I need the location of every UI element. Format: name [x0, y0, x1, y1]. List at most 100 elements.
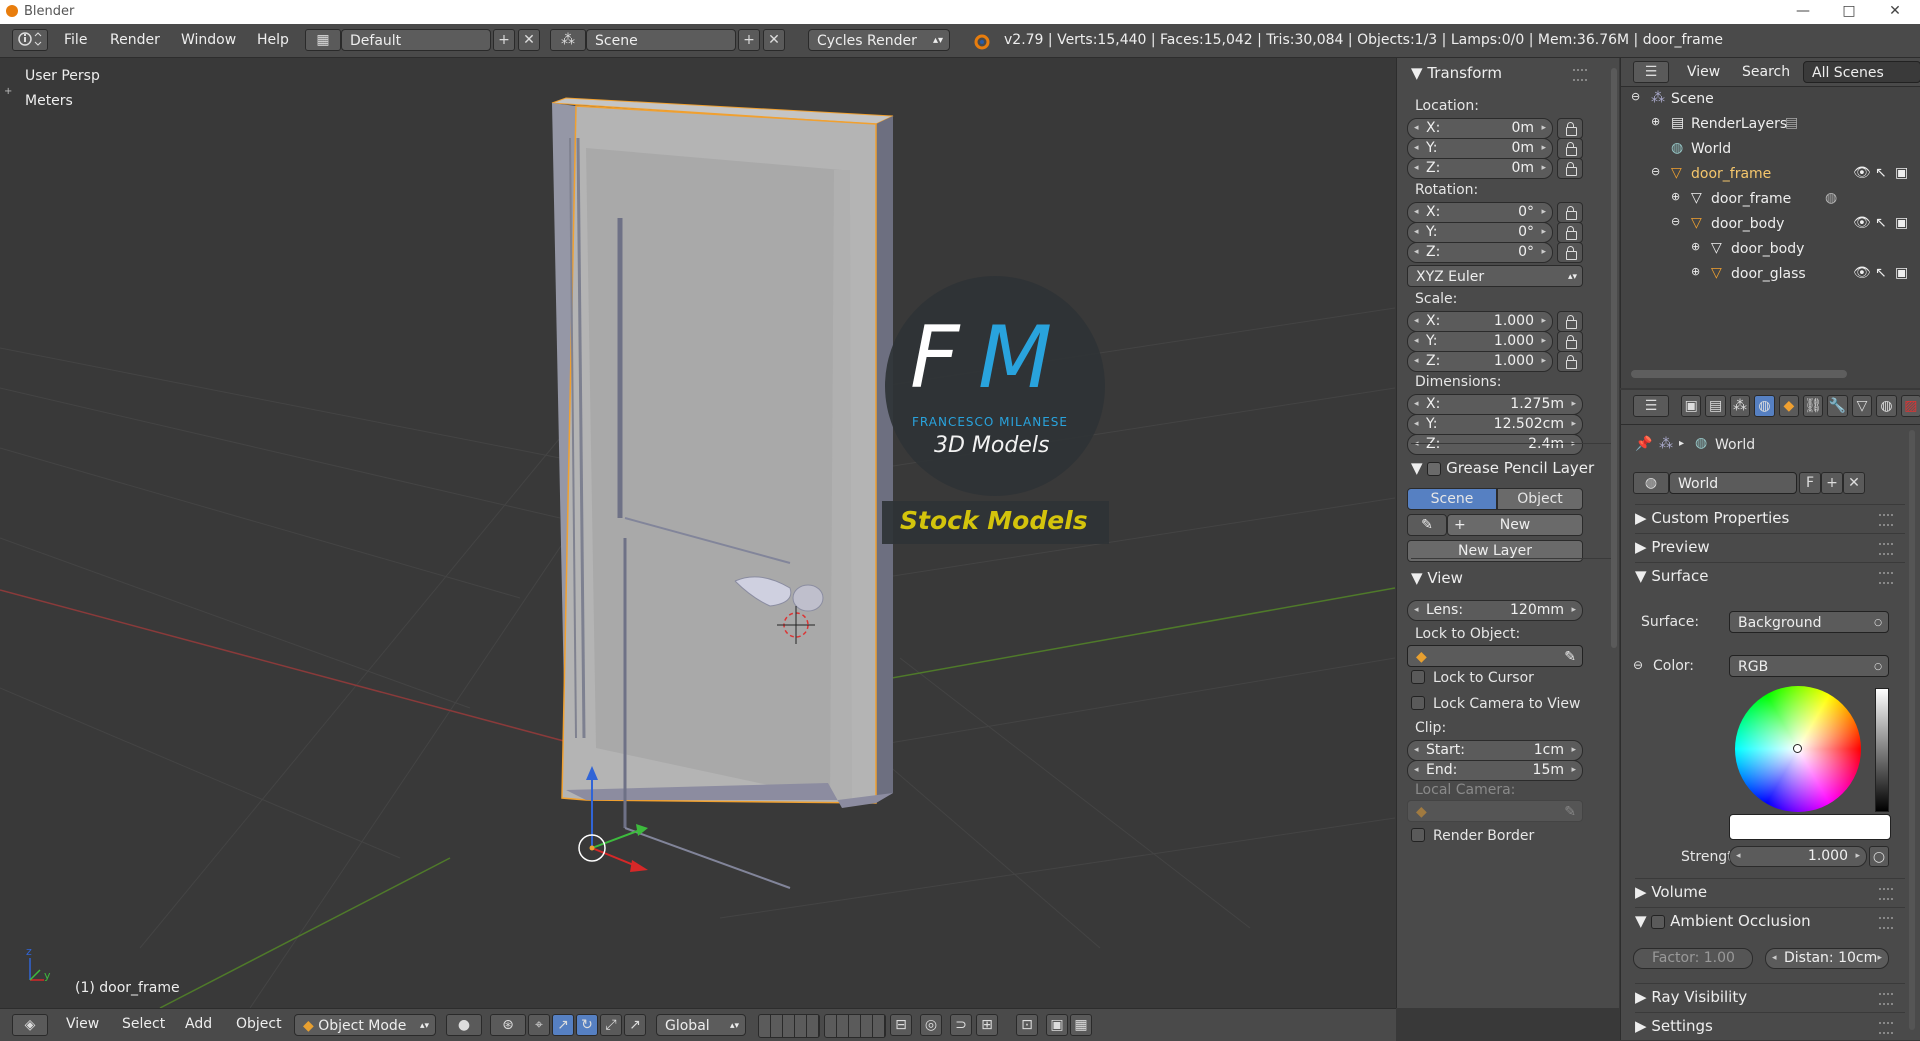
screen-layout-field[interactable]: Default: [341, 29, 491, 51]
location-y-field[interactable]: ◂ Y: 0m ▸: [1407, 138, 1553, 159]
panel-drag-handle-icon[interactable]: [1879, 543, 1893, 555]
rotation-z-field[interactable]: ◂ Z: 0° ▸: [1407, 242, 1553, 263]
expand-icon[interactable]: ⊕: [1671, 190, 1680, 203]
outliner-row-scene[interactable]: ⊖ ⁂ Scene: [1621, 88, 1920, 112]
outliner-display-mode-dropdown[interactable]: All Scenes: [1803, 61, 1920, 83]
material-tab-icon[interactable]: ◍: [1876, 395, 1897, 417]
clip-start-field[interactable]: ◂ Start: 1cm ▸: [1407, 740, 1583, 761]
menu-render[interactable]: Render: [110, 32, 160, 48]
color-collapse-icon[interactable]: ⊖: [1633, 658, 1643, 672]
minimize-button[interactable]: —: [1780, 0, 1826, 24]
eyedropper-icon[interactable]: ✎: [1564, 646, 1576, 668]
panel-drag-handle-icon[interactable]: [1879, 1022, 1893, 1034]
value-slider[interactable]: [1875, 688, 1889, 812]
panel-drag-handle-icon[interactable]: [1879, 572, 1893, 584]
expand-icon[interactable]: ⊕: [1691, 265, 1700, 278]
panel-drag-handle-icon[interactable]: [1879, 993, 1893, 1005]
interaction-mode-dropdown[interactable]: ◆ Object Mode ▴▾: [294, 1014, 436, 1036]
menu-window[interactable]: Window: [181, 32, 236, 48]
texture-tab-icon[interactable]: ▨: [1900, 395, 1920, 417]
scale-y-lock-icon[interactable]: [1557, 331, 1583, 352]
lens-field[interactable]: ◂ Lens: 120mm ▸: [1407, 600, 1583, 621]
color-input-dropdown[interactable]: RGB ○: [1729, 655, 1889, 677]
expand-icon[interactable]: ⊕: [1651, 115, 1660, 128]
pivot-point-icon[interactable]: ⊛: [490, 1014, 526, 1036]
scale-x-field[interactable]: ◂ X: 1.000 ▸: [1407, 311, 1553, 332]
location-x-lock-icon[interactable]: [1557, 118, 1583, 139]
grease-pencil-new-button[interactable]: + New: [1447, 514, 1583, 536]
strength-socket-icon[interactable]: ○: [1869, 846, 1889, 867]
rotation-z-lock-icon[interactable]: [1557, 242, 1583, 263]
viewport-shading-icon[interactable]: ●: [446, 1014, 482, 1036]
select-arrow-icon[interactable]: ↖: [1875, 265, 1887, 281]
scale-manipulator-alt-icon[interactable]: ↗: [624, 1014, 646, 1036]
translate-manipulator-icon[interactable]: ↗: [552, 1014, 574, 1036]
viewport-menu-select[interactable]: Select: [122, 1016, 165, 1032]
outliner-row-door-body-mesh[interactable]: ⊕ ▽ door_body: [1621, 238, 1920, 262]
outliner-menu-search[interactable]: Search: [1742, 64, 1790, 80]
outliner-menu-view[interactable]: View: [1687, 64, 1720, 80]
visibility-eye-icon[interactable]: 👁: [1853, 215, 1871, 231]
surface-section[interactable]: ▼ Surface: [1635, 562, 1905, 585]
render-camera-icon[interactable]: ▣: [1895, 265, 1908, 281]
render-camera-icon[interactable]: ▣: [1895, 215, 1908, 231]
settings-section[interactable]: ▶ Settings: [1635, 1012, 1905, 1035]
snap-target-icon[interactable]: ⊡: [1016, 1014, 1038, 1036]
dimensions-x-field[interactable]: ◂ X: 1.275m ▸: [1407, 394, 1583, 415]
location-z-field[interactable]: ◂ Z: 0m ▸: [1407, 158, 1553, 179]
render-tab-icon[interactable]: ▣: [1681, 395, 1702, 417]
scale-y-field[interactable]: ◂ Y: 1.000 ▸: [1407, 331, 1553, 352]
expand-icon[interactable]: ⊕: [1691, 240, 1700, 253]
select-arrow-icon[interactable]: ↖: [1875, 215, 1887, 231]
collapse-icon[interactable]: ⊖: [1651, 165, 1660, 178]
new-world-button[interactable]: +: [1821, 472, 1843, 494]
scene-field[interactable]: Scene: [586, 29, 736, 51]
snap-element-icon[interactable]: ⊞: [976, 1014, 998, 1036]
world-name-field[interactable]: World: [1669, 472, 1797, 494]
rotation-y-field[interactable]: ◂ Y: 0° ▸: [1407, 222, 1553, 243]
panel-drag-handle-icon[interactable]: [1573, 69, 1587, 81]
render-engine-dropdown[interactable]: Cycles Render ▴▾: [808, 29, 950, 51]
delete-layout-button[interactable]: ✕: [518, 29, 540, 51]
properties-scrollbar[interactable]: [1909, 430, 1915, 1030]
strength-field[interactable]: ◂ 1.000 ▸: [1729, 846, 1867, 867]
viewport-menu-add[interactable]: Add: [185, 1016, 212, 1032]
snap-toggle-icon[interactable]: ⊃: [950, 1014, 972, 1036]
properties-editor-type-icon[interactable]: ☰: [1633, 395, 1669, 417]
transform-panel-header[interactable]: ▼ Transform: [1411, 64, 1502, 82]
outliner-row-world[interactable]: ◍ World: [1621, 138, 1920, 162]
view-panel-header[interactable]: ▼ View: [1411, 558, 1617, 587]
sidebar-scrollbar[interactable]: [1611, 68, 1617, 648]
menu-help[interactable]: Help: [257, 32, 289, 48]
collapse-icon[interactable]: ⊖: [1671, 215, 1680, 228]
viewport-menu-view[interactable]: View: [66, 1016, 99, 1032]
rotation-mode-dropdown[interactable]: XYZ Euler ▴▾: [1407, 265, 1583, 287]
object-tab-icon[interactable]: ◆: [1778, 395, 1800, 417]
lock-to-cursor-checkbox[interactable]: [1411, 670, 1425, 684]
editor-type-info-button[interactable]: [12, 29, 48, 51]
3d-viewport[interactable]: z y F M FRANCESCO MILANESE 3D Models Sto…: [0, 58, 1395, 1008]
editor-type-3d-view-icon[interactable]: ◈: [12, 1014, 48, 1036]
data-tab-icon[interactable]: ▽: [1851, 395, 1873, 417]
panel-drag-handle-icon[interactable]: [1879, 888, 1893, 900]
outliner-row-door-body[interactable]: ⊖ ▽ door_body 👁 ↖ ▣: [1621, 213, 1920, 237]
preview-section[interactable]: ▶ Preview: [1635, 533, 1905, 556]
constraints-tab-icon[interactable]: ⛓: [1803, 395, 1824, 417]
outliner-row-door-frame[interactable]: ⊖ ▽ door_frame 👁 ↖ ▣: [1621, 163, 1920, 187]
ambient-occlusion-checkbox[interactable]: [1651, 914, 1666, 929]
scene-layers-row-2[interactable]: [824, 1014, 886, 1038]
scale-z-lock-icon[interactable]: [1557, 351, 1583, 372]
collapse-icon[interactable]: ⊖: [1631, 90, 1640, 103]
grease-pencil-data-selector[interactable]: ✎: [1407, 514, 1447, 536]
panel-drag-handle-icon[interactable]: [1879, 514, 1893, 526]
location-z-lock-icon[interactable]: [1557, 158, 1583, 179]
clip-end-field[interactable]: ◂ End: 15m ▸: [1407, 760, 1583, 781]
ray-visibility-section[interactable]: ▶ Ray Visibility: [1635, 983, 1905, 1006]
color-wheel[interactable]: [1735, 686, 1861, 812]
opengl-render-animation-icon[interactable]: ▦: [1070, 1014, 1092, 1036]
grease-pencil-tab-object[interactable]: Object: [1497, 488, 1583, 510]
outliner-editor-type-icon[interactable]: ☰: [1633, 61, 1669, 83]
grease-pencil-panel-header[interactable]: ▼ Grease Pencil Layer: [1411, 443, 1617, 477]
outliner-row-door-glass[interactable]: ⊕ ▽ door_glass 👁 ↖ ▣: [1621, 263, 1920, 287]
manipulator-toggle-icon[interactable]: ⌖: [528, 1014, 550, 1036]
